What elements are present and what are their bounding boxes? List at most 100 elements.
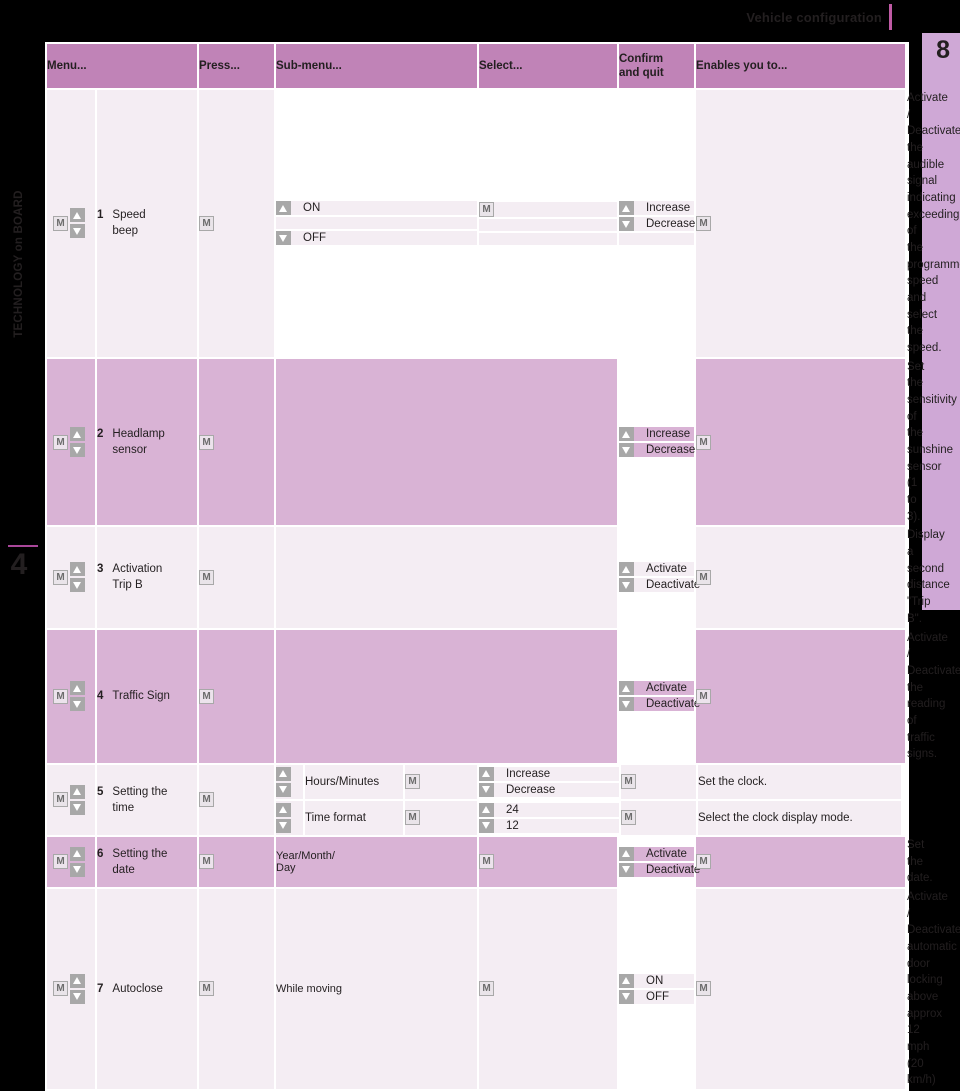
menu-button-icon[interactable]: M [53, 569, 68, 585]
up-down-arrows[interactable] [70, 427, 85, 458]
up-arrow-icon[interactable] [70, 562, 85, 577]
menu-button-icon[interactable]: M [199, 434, 214, 450]
up-down-arrows[interactable] [70, 562, 85, 593]
menu-button-icon[interactable]: M [696, 981, 711, 997]
up-arrow-icon[interactable] [619, 681, 634, 696]
down-arrow-icon[interactable] [276, 818, 291, 833]
up-arrow-icon[interactable] [70, 784, 85, 799]
menu-button-icon[interactable]: M [199, 215, 214, 231]
up-arrow-icon[interactable] [276, 201, 291, 216]
menu-button-icon[interactable]: M [53, 981, 68, 997]
up-down-arrows[interactable] [70, 973, 85, 1004]
select-option-row[interactable]: ON [619, 973, 694, 988]
menu-button-icon[interactable]: M [621, 810, 636, 826]
select-option-row[interactable]: Increase [619, 201, 694, 216]
menu-button-icon[interactable]: M [405, 810, 420, 826]
confirm-cell-3: M [696, 527, 905, 628]
select-option-row[interactable]: 24 [479, 802, 619, 817]
down-arrow-icon[interactable] [619, 697, 634, 712]
menu-button-icon[interactable]: M [696, 688, 711, 704]
down-arrow-icon[interactable] [276, 782, 291, 797]
column-header-press-1: Press... [199, 44, 274, 88]
submenu-option-row [276, 217, 477, 230]
down-arrow-icon[interactable] [70, 800, 85, 815]
up-arrow-icon[interactable] [70, 846, 85, 861]
select-option-row[interactable]: Increase [479, 766, 619, 781]
column-header-select: Select... [479, 44, 617, 88]
submenu-option-row[interactable]: ON [276, 201, 477, 216]
down-arrow-icon[interactable] [70, 989, 85, 1004]
up-arrow-icon[interactable] [479, 802, 494, 817]
menu-button-icon[interactable]: M [405, 774, 420, 790]
select-option-row[interactable]: Decrease [479, 782, 619, 797]
down-arrow-icon[interactable] [619, 443, 634, 458]
menu-button-icon[interactable]: M [696, 434, 711, 450]
up-arrow-icon[interactable] [619, 201, 634, 216]
down-arrow-icon[interactable] [70, 862, 85, 877]
select-option-label: Increase [646, 201, 694, 216]
menu-button-icon[interactable]: M [696, 569, 711, 585]
down-arrow-icon[interactable] [619, 862, 634, 877]
select-option-row[interactable]: Activate [619, 681, 694, 696]
up-arrow-icon[interactable] [619, 427, 634, 442]
select-options-3: Activate Deactivate [619, 560, 700, 594]
select-option-row[interactable]: Deactivate [619, 578, 700, 593]
up-arrow-icon[interactable] [70, 208, 85, 223]
up-arrow-icon[interactable] [619, 846, 634, 861]
up-arrow-icon[interactable] [276, 802, 291, 817]
down-arrow-icon[interactable] [70, 697, 85, 712]
up-arrow-icon[interactable] [479, 766, 494, 781]
up-arrow-icon[interactable] [619, 562, 634, 577]
submenu-option-row[interactable]: OFF [276, 231, 477, 246]
down-arrow-icon[interactable] [479, 818, 494, 833]
up-arrow-icon[interactable] [70, 427, 85, 442]
up-down-arrows[interactable] [70, 208, 85, 239]
menu-button-icon[interactable]: M [696, 215, 711, 231]
down-arrow-icon[interactable] [619, 217, 634, 232]
menu-button-icon[interactable]: M [53, 434, 68, 450]
up-arrow-icon[interactable] [70, 681, 85, 696]
select-option-row[interactable]: OFF [619, 989, 694, 1004]
up-down-arrows[interactable] [276, 766, 291, 797]
select-option-row[interactable]: 12 [479, 818, 619, 833]
up-arrow-icon[interactable] [70, 973, 85, 988]
menu-button-icon[interactable]: M [53, 854, 68, 870]
select-option-row[interactable]: Deactivate [619, 862, 700, 877]
menu-button-icon[interactable]: M [199, 854, 214, 870]
menu-button-icon[interactable]: M [479, 201, 494, 217]
select-option-row[interactable]: Activate [619, 562, 694, 577]
menu-button-icon[interactable]: M [696, 854, 711, 870]
select-option-row[interactable]: Increase [619, 427, 694, 442]
up-down-arrows[interactable] [276, 802, 291, 833]
menu-button-icon[interactable]: M [479, 854, 494, 870]
menu-button-icon[interactable]: M [53, 792, 68, 808]
menu-button-icon[interactable]: M [53, 215, 68, 231]
down-arrow-icon[interactable] [70, 578, 85, 593]
select-group-5a: Increase Decrease [479, 764, 619, 799]
menu-button-icon[interactable]: M [199, 569, 214, 585]
menu-button-icon[interactable]: M [621, 774, 636, 790]
down-arrow-icon[interactable] [619, 578, 634, 593]
down-arrow-icon[interactable] [276, 231, 291, 246]
select-option-row[interactable]: Decrease [619, 217, 695, 232]
up-arrow-icon[interactable] [619, 973, 634, 988]
down-arrow-icon[interactable] [70, 443, 85, 458]
up-arrow-icon[interactable] [276, 766, 291, 781]
menu-selector-cell-3: M [47, 527, 95, 628]
down-arrow-icon[interactable] [479, 782, 494, 797]
menu-button-icon[interactable]: M [199, 981, 214, 997]
menu-button-icon[interactable]: M [199, 688, 214, 704]
menu-button-icon[interactable]: M [199, 792, 214, 808]
up-down-arrows[interactable] [70, 784, 85, 815]
select-option-row[interactable]: Activate [619, 846, 694, 861]
menu-button-icon[interactable]: M [53, 688, 68, 704]
select-option-icon-cell [619, 427, 646, 442]
press-cell-7: M [199, 888, 274, 1089]
up-down-arrows[interactable] [70, 681, 85, 712]
down-arrow-icon[interactable] [619, 989, 634, 1004]
select-option-row[interactable]: Decrease [619, 443, 695, 458]
menu-button-icon[interactable]: M [479, 981, 494, 997]
down-arrow-icon[interactable] [70, 224, 85, 239]
select-option-row[interactable]: Deactivate [619, 697, 700, 712]
up-down-arrows[interactable] [70, 846, 85, 877]
